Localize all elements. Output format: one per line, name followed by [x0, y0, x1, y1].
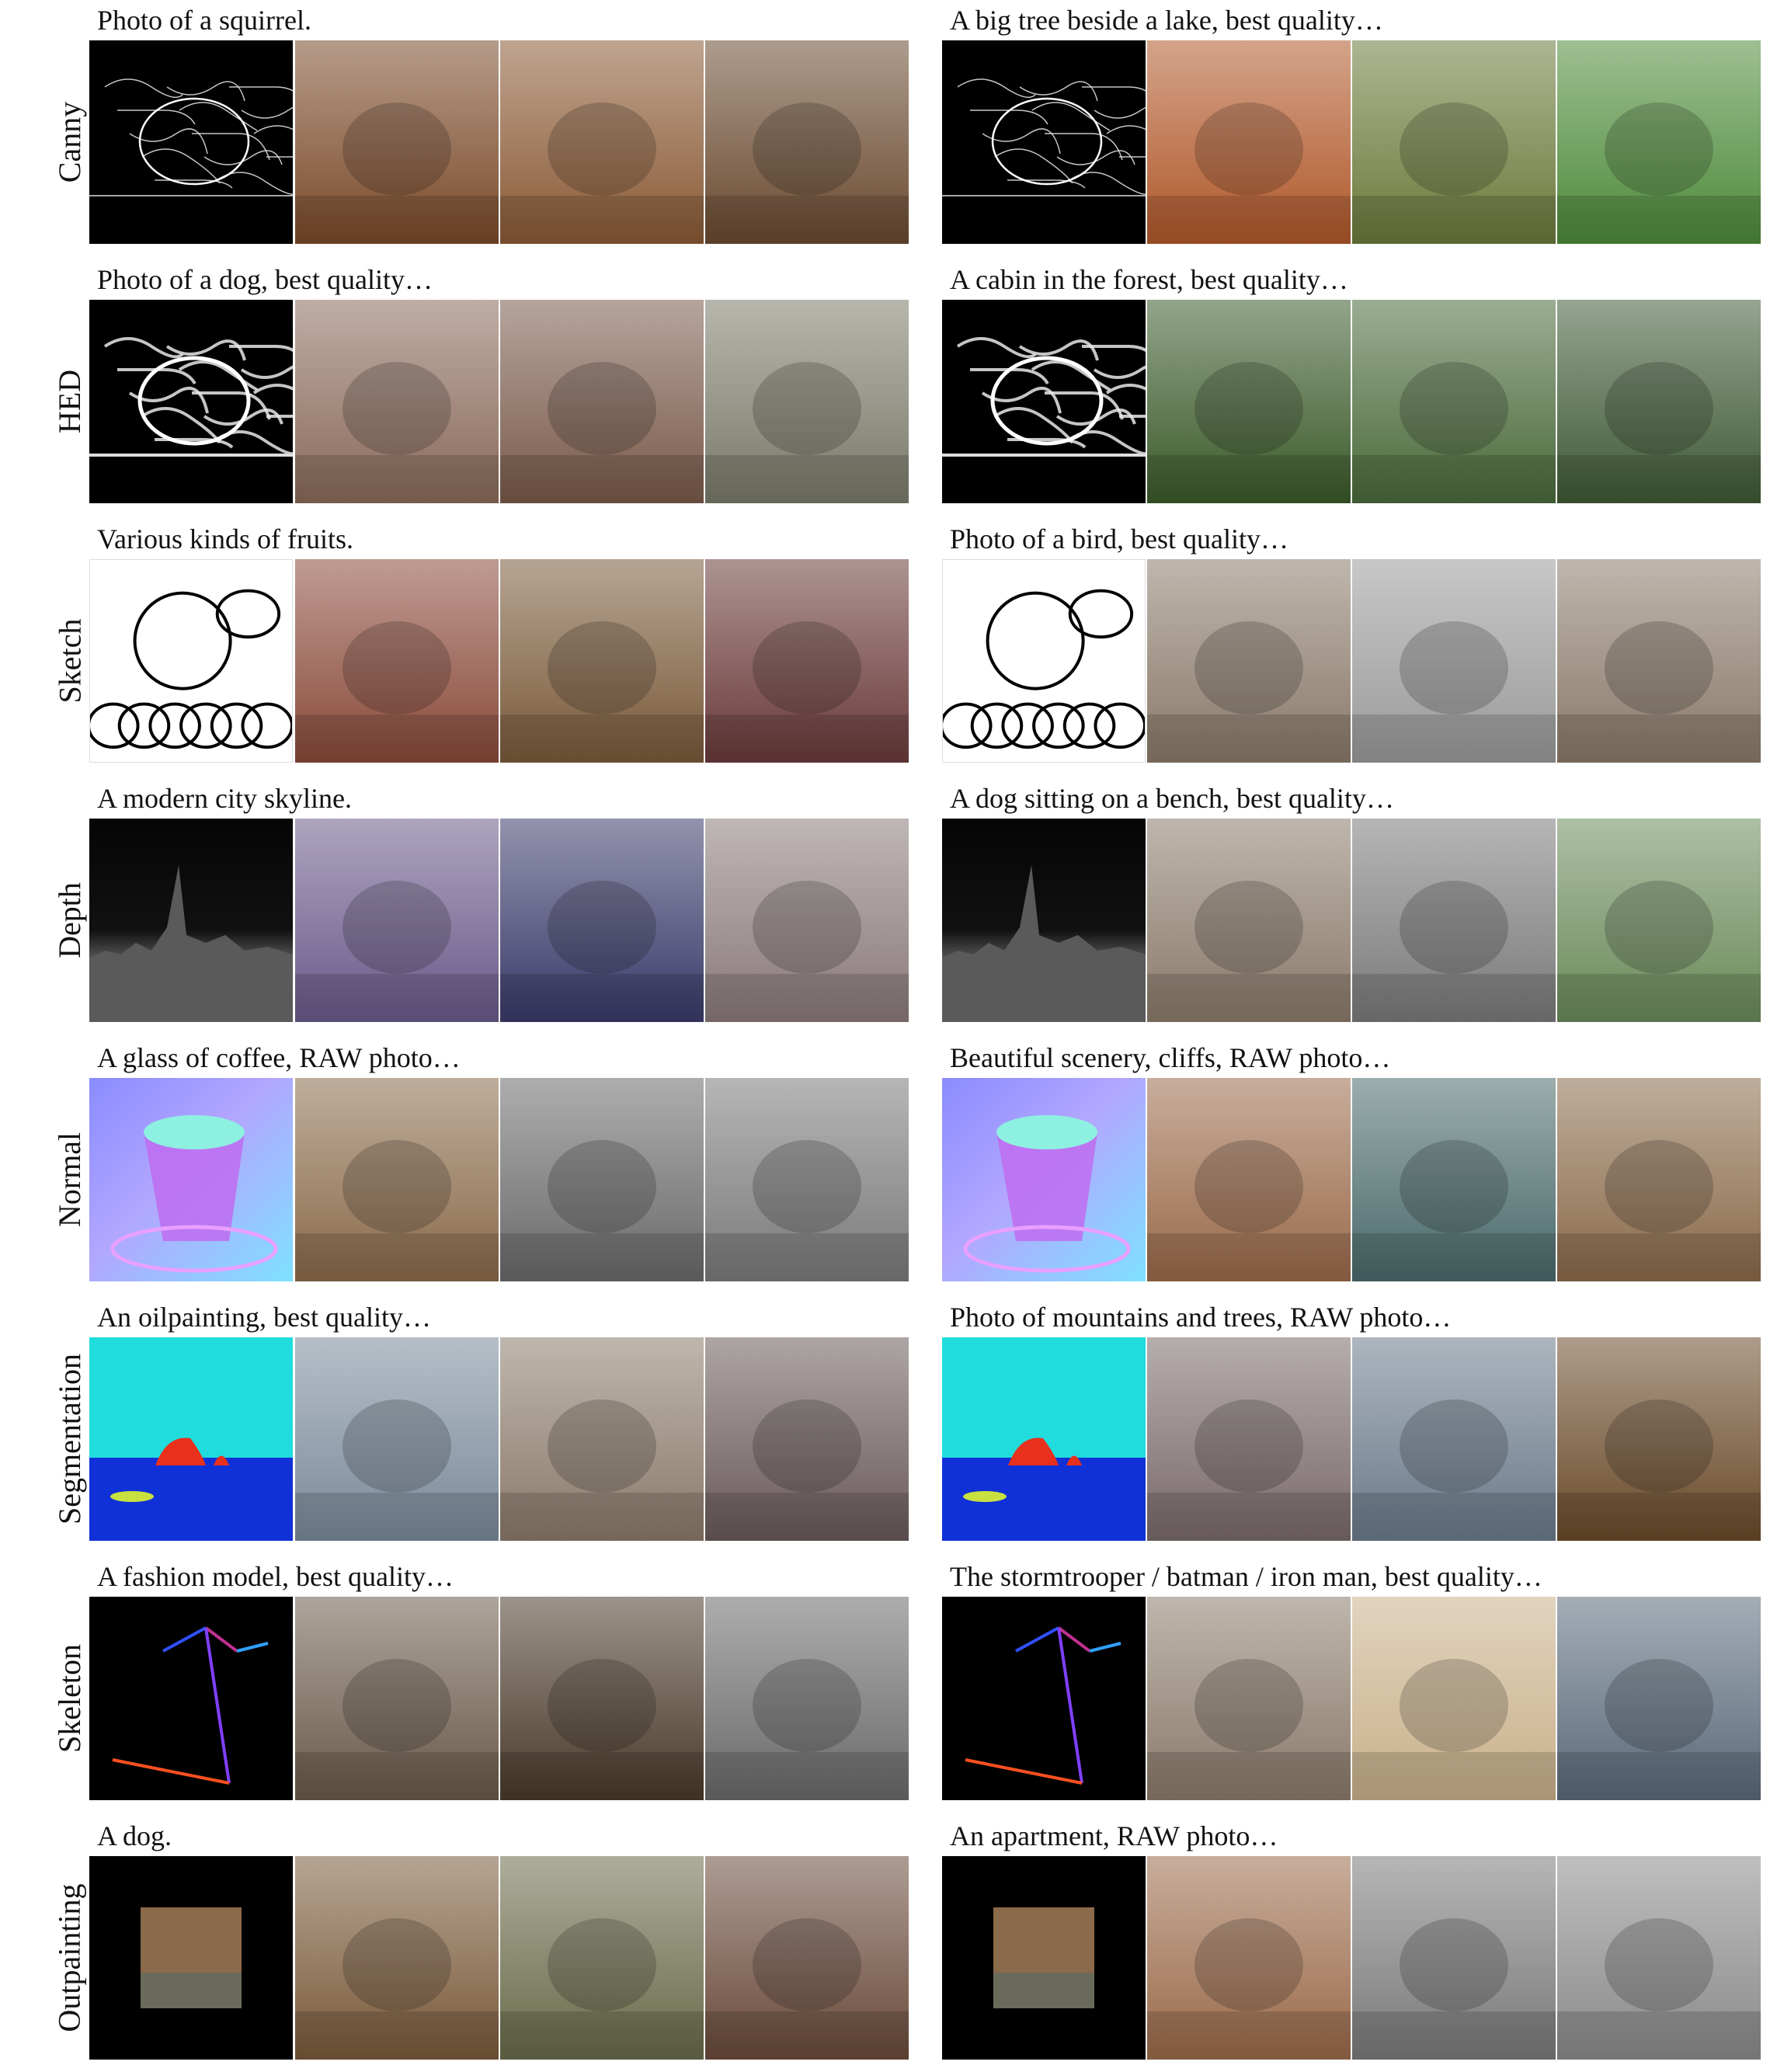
- generated-image-coffee: [500, 1078, 704, 1281]
- generated-image-seascape: [295, 1337, 499, 1541]
- generated-image-portrait: [705, 1597, 909, 1800]
- caption-right: A big tree beside a lake, best quality…: [950, 5, 1383, 36]
- generated-image-squirrel: [295, 40, 499, 244]
- generated-image-portrait: [500, 1597, 704, 1800]
- generated-image-seascape: [705, 1337, 909, 1541]
- condition-image-hed-edge: [942, 300, 1146, 503]
- generated-image-cliffs: [1147, 1078, 1351, 1281]
- generated-image-cabin: [1147, 300, 1351, 503]
- generated-image-fruits: [705, 559, 909, 763]
- condition-image-outpainting: [942, 1856, 1146, 2060]
- caption-right: Photo of a bird, best quality…: [950, 523, 1288, 555]
- generated-image-mountains: [1557, 1337, 1761, 1541]
- generated-image-mountains: [1352, 1337, 1556, 1541]
- generated-image-dog-autumn: [705, 1856, 909, 2060]
- caption-right: Photo of mountains and trees, RAW photo…: [950, 1302, 1452, 1333]
- row-label-text: Normal: [52, 1132, 87, 1228]
- condition-image-normal: [89, 1078, 293, 1281]
- condition-image-canny-edge: [89, 40, 293, 244]
- caption-left: A fashion model, best quality…: [97, 1561, 454, 1592]
- caption-left: A glass of coffee, RAW photo…: [97, 1042, 461, 1073]
- generated-image-cabin: [1557, 300, 1761, 503]
- caption-right: A dog sitting on a bench, best quality…: [950, 783, 1394, 814]
- generated-image-portrait: [295, 1597, 499, 1800]
- generated-image-iron-man: [1557, 1597, 1761, 1800]
- row-label-text: Skeleton: [52, 1644, 88, 1753]
- generated-image-cliffs: [1352, 1078, 1556, 1281]
- condition-image-hed-edge: [89, 300, 293, 503]
- generated-image-mountains: [1147, 1337, 1351, 1541]
- generated-image-bird: [1147, 559, 1351, 763]
- condition-image-sketch: [942, 559, 1146, 763]
- row-label-text: Depth: [52, 882, 88, 958]
- generated-image-apartment: [1147, 1856, 1351, 2060]
- row-label-text: Segmentation: [52, 1354, 87, 1524]
- generated-image-dog-bench: [1352, 819, 1556, 1022]
- row-label-text: Canny: [52, 101, 87, 183]
- generated-image-bird: [1557, 559, 1761, 763]
- generated-image-dog: [705, 300, 909, 503]
- generated-image-cabin: [1352, 300, 1556, 503]
- generated-image-seascape: [500, 1337, 704, 1541]
- generated-image-dog-autumn: [295, 1856, 499, 2060]
- caption-right: The stormtrooper / batman / iron man, be…: [950, 1561, 1542, 1592]
- condition-image-canny-edge: [942, 40, 1146, 244]
- generated-image-stormtrooper: [1147, 1597, 1351, 1800]
- generated-image-apartment: [1352, 1856, 1556, 2060]
- generated-image-coffee: [295, 1078, 499, 1281]
- condition-image-normal: [942, 1078, 1146, 1281]
- caption-right: A cabin in the forest, best quality…: [950, 264, 1348, 295]
- caption-left: Various kinds of fruits.: [97, 523, 353, 555]
- condition-image-depth: [942, 819, 1146, 1022]
- generated-image-squirrel: [500, 40, 704, 244]
- row-label-text: Sketch: [52, 618, 87, 704]
- generated-image-cliffs: [1557, 1078, 1761, 1281]
- caption-right: Beautiful scenery, cliffs, RAW photo…: [950, 1042, 1391, 1073]
- generated-image-dog-autumn: [500, 1856, 704, 2060]
- condition-image-segmentation: [89, 1337, 293, 1541]
- caption-left: A dog.: [97, 1820, 172, 1851]
- generated-image-dog: [295, 300, 499, 503]
- generated-image-city: [295, 819, 499, 1022]
- caption-left: Photo of a squirrel.: [97, 5, 311, 36]
- generated-image-squirrel: [705, 40, 909, 244]
- caption-left: An oilpainting, best quality…: [97, 1302, 431, 1333]
- caption-left: Photo of a dog, best quality…: [97, 264, 433, 295]
- row-label-text: Outpainting: [52, 1883, 87, 2032]
- generated-image-tree-lake: [1557, 40, 1761, 244]
- generated-image-fruits: [500, 559, 704, 763]
- caption-left: A modern city skyline.: [97, 783, 352, 814]
- generated-image-dog-bench: [1147, 819, 1351, 1022]
- generated-image-city: [705, 819, 909, 1022]
- condition-image-segmentation: [942, 1337, 1146, 1541]
- generated-image-apartment: [1557, 1856, 1761, 2060]
- condition-image-skeleton: [942, 1597, 1146, 1800]
- generated-image-bird: [1352, 559, 1556, 763]
- generated-image-tree-lake: [1147, 40, 1351, 244]
- generated-image-coffee: [705, 1078, 909, 1281]
- condition-image-sketch: [89, 559, 293, 763]
- generated-image-fruits: [295, 559, 499, 763]
- condition-image-skeleton: [89, 1597, 293, 1800]
- condition-image-depth: [89, 819, 293, 1022]
- generated-image-batman: [1352, 1597, 1556, 1800]
- row-label-text: HED: [52, 369, 87, 434]
- generated-image-dog: [500, 300, 704, 503]
- generated-image-city: [500, 819, 704, 1022]
- generated-image-tree-lake: [1352, 40, 1556, 244]
- condition-image-outpainting: [89, 1856, 293, 2060]
- generated-image-dog-bench: [1557, 819, 1761, 1022]
- caption-right: An apartment, RAW photo…: [950, 1820, 1278, 1851]
